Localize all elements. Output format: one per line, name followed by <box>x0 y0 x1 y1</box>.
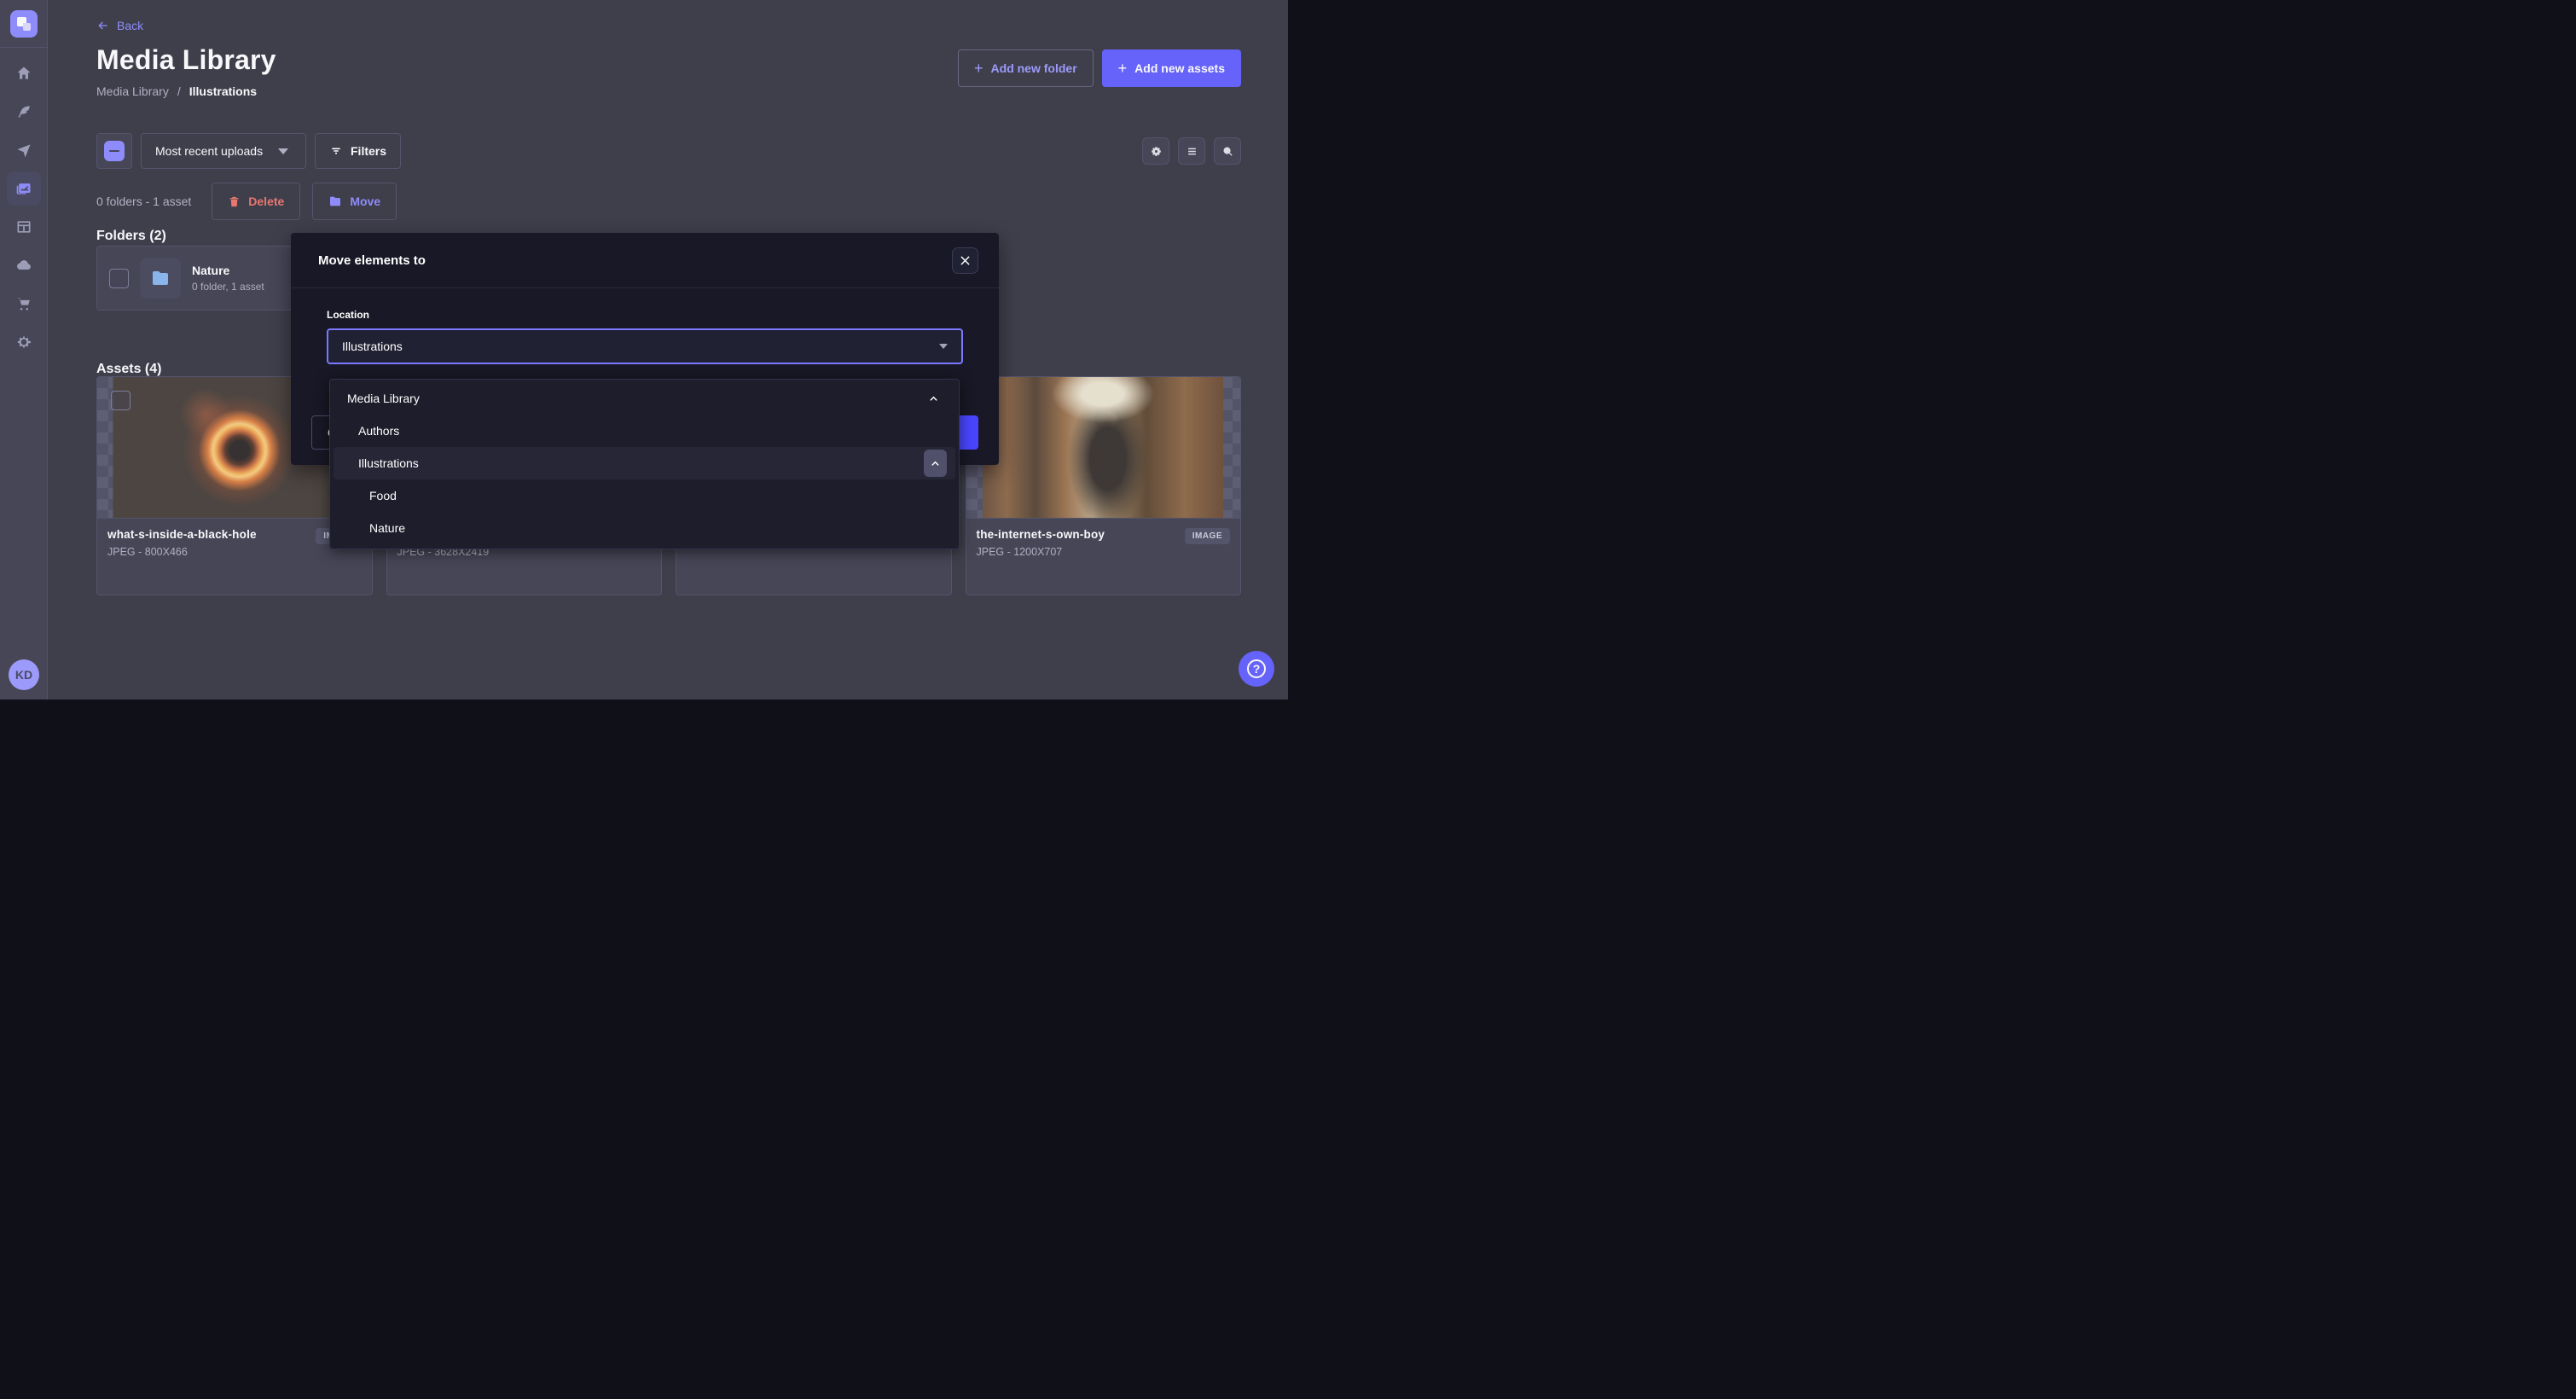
tree-item-nature[interactable]: Nature <box>334 512 955 544</box>
tree-item-label: Illustrations <box>358 456 419 470</box>
tree-item-label: Food <box>369 489 397 502</box>
chevron-up-icon <box>931 459 940 468</box>
modal-header: Move elements to <box>291 233 999 288</box>
tree-item-food[interactable]: Food <box>334 479 955 512</box>
modal-title: Move elements to <box>318 253 426 268</box>
location-value: Illustrations <box>342 340 403 353</box>
chevron-up-icon[interactable] <box>929 394 938 403</box>
tree-item-label: Authors <box>358 424 399 438</box>
modal-body: Location Illustrations <box>291 288 999 364</box>
location-label: Location <box>327 309 963 321</box>
tree-item-media-library[interactable]: Media Library <box>334 382 955 415</box>
close-icon <box>960 256 970 265</box>
location-tree-popover: Media Library Authors Illustrations Food… <box>329 379 960 549</box>
tree-item-label: Media Library <box>347 392 420 405</box>
tree-item-label: Nature <box>369 521 405 535</box>
location-combobox[interactable]: Illustrations <box>327 328 963 364</box>
collapse-children-button[interactable] <box>924 450 947 477</box>
chevron-down-icon <box>939 344 948 349</box>
modal-close-button[interactable] <box>952 247 978 274</box>
tree-item-authors[interactable]: Authors <box>334 415 955 447</box>
app-root: KD Back Media Library Media Library / Il… <box>0 0 1288 700</box>
tree-item-illustrations[interactable]: Illustrations <box>334 447 955 479</box>
